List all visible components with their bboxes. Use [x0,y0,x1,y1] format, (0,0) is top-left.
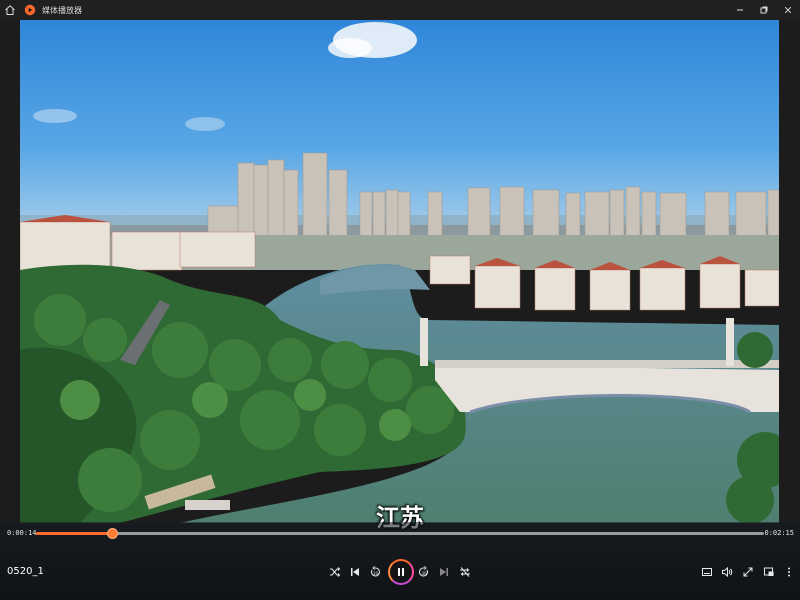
forward-30-icon: 30 [419,566,428,577]
pause-button[interactable] [388,559,414,585]
volume-icon [722,566,733,578]
media-player-logo-icon [24,4,36,16]
duration: 0:02:15 [764,529,794,537]
volume-button[interactable] [718,563,736,581]
playback-controls: 0:00:14 0:02:15 0520_1 10 30 [0,522,800,600]
svg-text:10: 10 [373,571,379,576]
more-icon [788,567,790,577]
repeat-off-icon [460,567,470,577]
rewind-10-button[interactable]: 10 [366,563,384,581]
home-button[interactable] [0,0,20,20]
minimize-button[interactable] [728,0,752,20]
seek-bar-thumb[interactable] [107,529,117,538]
close-icon [784,6,792,14]
current-time: 0:00:14 [7,529,37,537]
previous-button[interactable] [346,563,364,581]
previous-icon [351,568,359,576]
minimize-icon [737,9,743,11]
mini-view-button[interactable] [760,563,778,581]
fullscreen-button[interactable] [739,563,757,581]
repeat-button[interactable] [456,563,474,581]
restore-button[interactable] [752,0,776,20]
file-name: 0520_1 [7,566,44,577]
rewind-10-icon: 10 [371,566,380,577]
aerial-city-river-bridge-image [20,20,779,523]
fullscreen-icon [743,567,753,577]
mini-view-icon [764,567,774,576]
more-button[interactable] [780,563,798,581]
home-icon [5,5,15,15]
window-title: 媒体播放器 [42,5,82,15]
pause-icon [398,568,404,576]
forward-30-button[interactable]: 30 [415,563,433,581]
shuffle-button[interactable] [326,563,344,581]
seek-bar[interactable] [36,529,764,538]
next-icon [440,568,448,576]
close-button[interactable] [776,0,800,20]
title-bar: 媒体播放器 [0,0,800,20]
seek-bar-progress [36,532,112,535]
restore-icon [760,6,768,14]
next-button[interactable] [435,563,453,581]
svg-text:30: 30 [422,571,428,576]
subtitles-icon [702,568,712,576]
subtitles-button[interactable] [698,563,716,581]
shuffle-icon [330,567,341,577]
video-frame[interactable] [20,20,779,523]
